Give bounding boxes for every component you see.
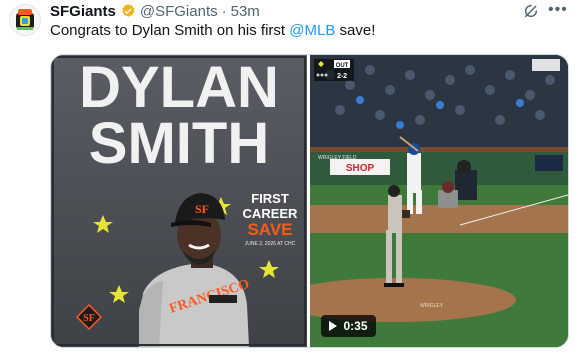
giants-avatar-logo-icon [16,9,34,30]
graphic-line3: SAVE [247,220,292,239]
svg-text:SF: SF [83,313,95,324]
graphic-image[interactable]: DYLAN SMITH FIRST CAREER SAVE JUNE 2, 20… [51,55,307,347]
svg-text:SF: SF [195,202,209,216]
video-frame: WRIGLEY FIELD SHOP WRIGLEY OUT 2-2 [276,55,568,347]
graphic-line1: FIRST [251,191,289,206]
scorebug-count: 2-2 [337,73,347,80]
tweet[interactable]: SFGiants @SFGiants · 53m ••• Congrats to… [0,0,583,355]
tweet-text: Congrats to Dylan Smith on his first @ML… [50,22,375,40]
video-player[interactable]: WRIGLEY FIELD SHOP WRIGLEY OUT 2-2 [276,55,568,347]
verified-badge-icon [122,4,135,17]
account-name[interactable]: SFGiants [50,3,116,20]
tweet-text-part: save! [335,22,376,39]
more-icon[interactable]: ••• [548,1,568,19]
video-duration: 0:35 [343,319,368,333]
play-icon [329,321,338,331]
tweet-header: SFGiants @SFGiants · 53m [50,2,260,20]
graphic-last-name: SMITH [89,111,269,176]
account-handle[interactable]: @SFGiants [140,3,218,20]
media-grid: DYLAN SMITH FIRST CAREER SAVE JUNE 2, 20… [50,54,569,348]
mention-link[interactable]: @MLB [289,22,335,39]
scorebug: OUT 2-2 [314,59,354,81]
svg-text:WRIGLEY: WRIGLEY [420,303,444,309]
graphic-date: JUNE 2, 2026 AT CHC [245,241,296,247]
separator-dot: · [221,2,227,20]
video-play-button[interactable]: 0:35 [321,315,376,337]
grok-icon[interactable] [523,3,539,19]
timestamp[interactable]: 53m [231,3,260,20]
dylan-smith-graphic: DYLAN SMITH FIRST CAREER SAVE JUNE 2, 20… [51,55,307,347]
network-logo [532,59,560,71]
scorebug-outs: OUT [336,63,349,69]
tweet-text-part: Congrats to Dylan Smith on his first [50,22,290,39]
panel-divider [307,55,310,347]
graphic-line2: CAREER [243,206,299,221]
avatar[interactable] [9,4,41,36]
shop-sign: SHOP [346,163,375,174]
